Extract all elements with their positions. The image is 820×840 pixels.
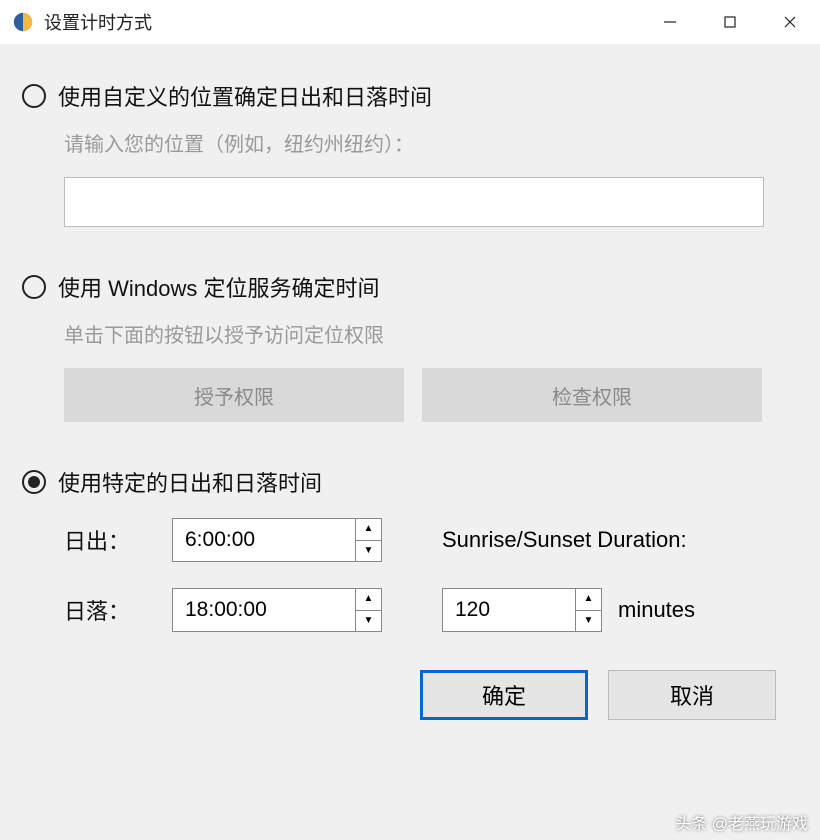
window-controls — [640, 0, 820, 44]
duration-label: Sunrise/Sunset Duration: — [442, 527, 798, 553]
maximize-button[interactable] — [700, 0, 760, 44]
duration-spinner[interactable]: 120 ▲ ▼ — [442, 588, 602, 632]
dialog-footer: 确定 取消 — [22, 670, 798, 720]
option-label: 使用自定义的位置确定日出和日落时间 — [58, 80, 432, 112]
watermark: 头条 @老燕玩游戏 — [675, 810, 808, 834]
radio-fixed-time[interactable] — [22, 470, 46, 494]
close-button[interactable] — [760, 0, 820, 44]
window-title: 设置计时方式 — [44, 9, 152, 35]
ok-button[interactable]: 确定 — [420, 670, 588, 720]
spinner-up-icon[interactable]: ▲ — [356, 589, 381, 611]
app-icon — [12, 11, 34, 33]
permission-hint: 单击下面的按钮以授予访问定位权限 — [64, 319, 798, 348]
option-label: 使用 Windows 定位服务确定时间 — [58, 271, 379, 303]
option-label: 使用特定的日出和日落时间 — [58, 466, 322, 498]
location-hint: 请输入您的位置（例如，纽约州纽约）： — [64, 128, 798, 157]
grant-permission-button[interactable]: 授予权限 — [64, 368, 404, 422]
windows-location-block: 单击下面的按钮以授予访问定位权限 授予权限 检查权限 — [22, 319, 798, 422]
sunrise-label: 日出： — [64, 524, 172, 556]
custom-location-block: 请输入您的位置（例如，纽约州纽约）： — [22, 128, 798, 227]
dialog-content: 使用自定义的位置确定日出和日落时间 请输入您的位置（例如，纽约州纽约）： 使用 … — [0, 44, 820, 740]
spinner-down-icon[interactable]: ▼ — [576, 611, 601, 632]
spinner-down-icon[interactable]: ▼ — [356, 541, 381, 562]
location-input[interactable] — [64, 177, 764, 227]
sunrise-value[interactable]: 6:00:00 — [173, 519, 355, 561]
duration-value[interactable]: 120 — [443, 589, 575, 631]
spinner-up-icon[interactable]: ▲ — [356, 519, 381, 541]
option-windows-location[interactable]: 使用 Windows 定位服务确定时间 — [22, 271, 798, 303]
radio-windows-location[interactable] — [22, 275, 46, 299]
cancel-button[interactable]: 取消 — [608, 670, 776, 720]
spinner-up-icon[interactable]: ▲ — [576, 589, 601, 611]
fixed-time-block: 日出： 6:00:00 ▲ ▼ Sunrise/Sunset Duration:… — [22, 518, 798, 632]
check-permission-button[interactable]: 检查权限 — [422, 368, 762, 422]
sunset-spinner[interactable]: 18:00:00 ▲ ▼ — [172, 588, 382, 632]
duration-unit: minutes — [618, 597, 695, 623]
spinner-down-icon[interactable]: ▼ — [356, 611, 381, 632]
titlebar: 设置计时方式 — [0, 0, 820, 44]
radio-custom-location[interactable] — [22, 84, 46, 108]
option-custom-location[interactable]: 使用自定义的位置确定日出和日落时间 — [22, 80, 798, 112]
option-fixed-time[interactable]: 使用特定的日出和日落时间 — [22, 466, 798, 498]
sunset-value[interactable]: 18:00:00 — [173, 589, 355, 631]
minimize-button[interactable] — [640, 0, 700, 44]
sunset-label: 日落： — [64, 594, 172, 626]
sunrise-spinner[interactable]: 6:00:00 ▲ ▼ — [172, 518, 382, 562]
